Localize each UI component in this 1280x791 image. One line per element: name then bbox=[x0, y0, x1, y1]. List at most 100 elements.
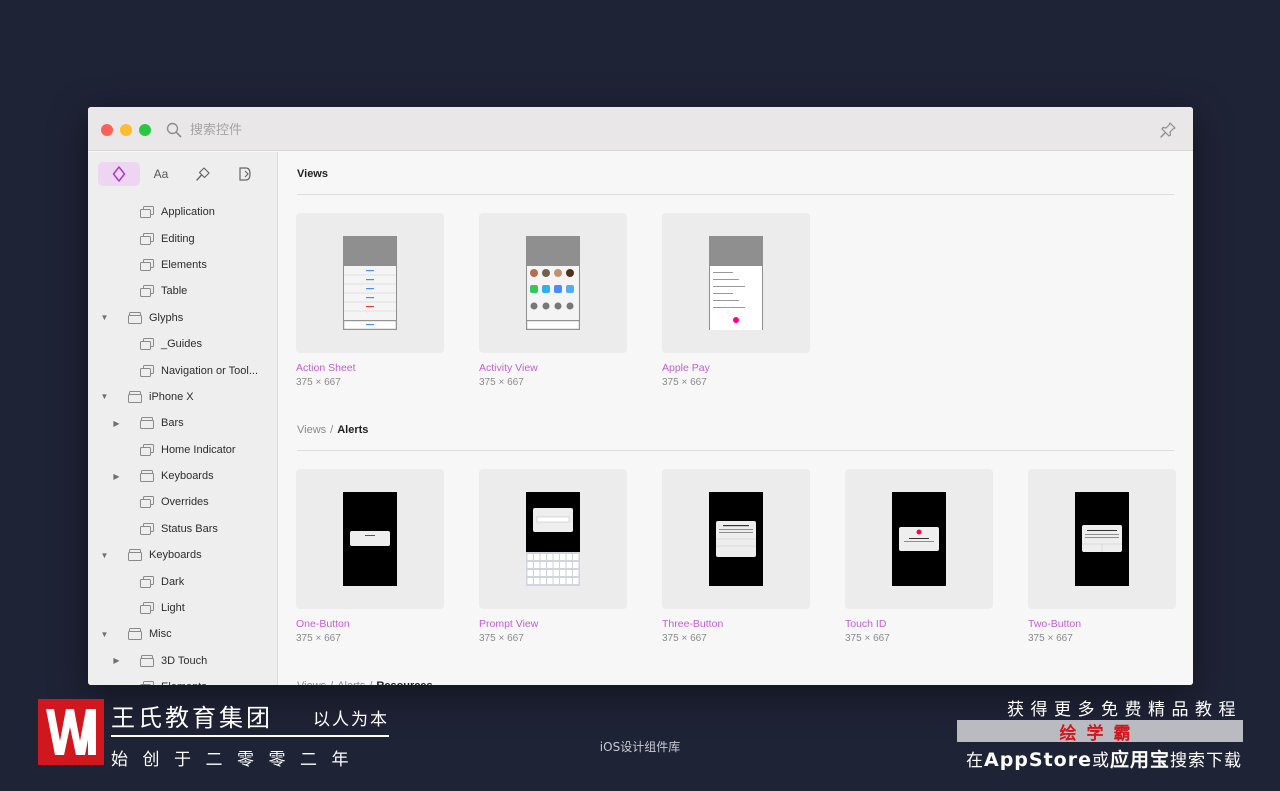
sidebar-item[interactable]: ▶ Keyboards bbox=[88, 463, 277, 489]
disclosure-collapsed-icon[interactable]: ▶ bbox=[112, 419, 121, 428]
component-grid: Views Action Sheet 375 × 667 Activity View 3… bbox=[278, 152, 1193, 685]
component-size: 375 × 667 bbox=[662, 377, 707, 388]
sidebar-item[interactable]: Elements bbox=[88, 674, 277, 685]
component-name: Apple Pay bbox=[662, 362, 710, 374]
disclosure-expanded-icon[interactable]: ▼ bbox=[100, 392, 109, 401]
minimize-button[interactable] bbox=[120, 124, 132, 136]
disclosure-collapsed-icon[interactable]: ▶ bbox=[112, 656, 121, 665]
sidebar-item[interactable]: ▼ Keyboards bbox=[88, 542, 277, 568]
component-name: Activity View bbox=[479, 362, 538, 374]
sidebar-item-label: Navigation or Tool... bbox=[161, 364, 259, 377]
sidebar-item[interactable]: Application bbox=[88, 199, 277, 225]
sidebar-item[interactable]: Dark bbox=[88, 568, 277, 594]
sidebar-item-label: 3D Touch bbox=[161, 654, 208, 667]
component-name: Three-Button bbox=[662, 618, 724, 630]
sidebar-item-label: Misc bbox=[149, 628, 172, 641]
component-name: Touch ID bbox=[845, 618, 887, 630]
promo-post: 搜索下载 bbox=[1170, 751, 1242, 771]
sidebar-item-label: Table bbox=[161, 285, 188, 298]
promo-store-appstore: AppStore bbox=[984, 749, 1092, 771]
group-icon bbox=[128, 549, 142, 562]
sidebar-item[interactable]: ▶ 3D Touch bbox=[88, 648, 277, 674]
breadcrumb-link[interactable]: Views bbox=[297, 424, 326, 436]
search-icon bbox=[166, 122, 182, 138]
footer-banner: 王氏教育集团 以人为本 始创于二零零二年 iOS设计组件库 获得更多免费精品教程… bbox=[0, 685, 1280, 791]
component-size: 375 × 667 bbox=[479, 633, 524, 644]
tab-colors[interactable] bbox=[182, 162, 224, 186]
sidebar-item-label: Light bbox=[161, 602, 185, 615]
disclosure-expanded-icon[interactable]: ▼ bbox=[100, 630, 109, 639]
symbol-page-icon bbox=[140, 232, 154, 245]
component-preview[interactable] bbox=[662, 469, 810, 609]
sidebar-item[interactable]: Overrides bbox=[88, 489, 277, 515]
sidebar-item-label: Keyboards bbox=[161, 470, 214, 483]
sidebar-item-label: Application bbox=[161, 206, 215, 219]
disclosure-expanded-icon[interactable]: ▼ bbox=[100, 313, 109, 322]
sidebar-item[interactable]: Navigation or Tool... bbox=[88, 357, 277, 383]
component-preview[interactable] bbox=[662, 213, 810, 353]
component-size: 375 × 667 bbox=[662, 633, 707, 644]
symbol-page-icon bbox=[140, 496, 154, 509]
section-title: Views bbox=[297, 168, 328, 180]
group-icon bbox=[128, 390, 142, 403]
section-title: Views / Alerts bbox=[297, 424, 368, 436]
tab-text-styles[interactable]: Aa bbox=[140, 162, 182, 186]
tab-symbols[interactable] bbox=[98, 162, 140, 186]
sidebar-item-label: Bars bbox=[161, 417, 184, 430]
sidebar-item[interactable]: ▼ Misc bbox=[88, 621, 277, 647]
component-name: Prompt View bbox=[479, 618, 539, 630]
brand-name: 王氏教育集团 bbox=[111, 704, 273, 732]
sidebar-item-label: Keyboards bbox=[149, 549, 202, 562]
sidebar-item-label: iPhone X bbox=[149, 390, 194, 403]
sidebar-item[interactable]: _Guides bbox=[88, 331, 277, 357]
sidebar-item-label: _Guides bbox=[161, 338, 202, 351]
sidebar-item[interactable]: Home Indicator bbox=[88, 437, 277, 463]
group-icon bbox=[128, 311, 142, 324]
promo-mid: 或 bbox=[1091, 751, 1110, 771]
sidebar-item-label: Overrides bbox=[161, 496, 209, 509]
component-preview[interactable] bbox=[845, 469, 993, 609]
promo-line-2: 在AppStore或应用宝搜索下载 bbox=[966, 745, 1242, 772]
group-icon bbox=[140, 654, 154, 667]
sidebar-item-label: Home Indicator bbox=[161, 443, 236, 456]
component-name: Action Sheet bbox=[296, 362, 356, 374]
component-preview[interactable] bbox=[1028, 469, 1176, 609]
component-preview[interactable] bbox=[479, 213, 627, 353]
component-preview[interactable] bbox=[479, 469, 627, 609]
sidebar-item[interactable]: Elements bbox=[88, 252, 277, 278]
brand-divider bbox=[111, 735, 389, 737]
section-divider bbox=[297, 194, 1174, 195]
sidebar-item-label: Elements bbox=[161, 258, 207, 271]
breadcrumb-separator: / bbox=[330, 424, 334, 436]
sidebar-item[interactable]: Table bbox=[88, 278, 277, 304]
title-bar bbox=[88, 107, 1193, 151]
sidebar-item-label: Dark bbox=[161, 575, 185, 588]
search-input[interactable] bbox=[190, 119, 490, 141]
sidebar-item[interactable]: ▶ Bars bbox=[88, 410, 277, 436]
component-tree: Application Editing Elements Table ▼ Glyphs _G… bbox=[88, 199, 277, 685]
close-button[interactable] bbox=[101, 124, 113, 136]
component-preview[interactable] bbox=[296, 213, 444, 353]
promo-app-band: 绘学霸 bbox=[957, 720, 1243, 744]
promo-app-name: 绘学霸 bbox=[1059, 723, 1141, 744]
promo-pre: 在 bbox=[966, 751, 984, 771]
library-window: Aa Application Editing Elements Table ▼ Glyph… bbox=[88, 107, 1193, 685]
sidebar-item[interactable]: Status Bars bbox=[88, 516, 277, 542]
pin-icon[interactable] bbox=[1159, 121, 1177, 139]
sidebar-item[interactable]: ▼ Glyphs bbox=[88, 305, 277, 331]
sidebar: Aa Application Editing Elements Table ▼ Glyph… bbox=[88, 152, 278, 685]
section-name: Alerts bbox=[337, 424, 369, 436]
symbol-page-icon bbox=[140, 338, 154, 351]
zoom-button[interactable] bbox=[139, 124, 151, 136]
tab-layer-styles[interactable] bbox=[224, 162, 266, 186]
sidebar-item-label: Editing bbox=[161, 232, 195, 245]
disclosure-collapsed-icon[interactable]: ▶ bbox=[112, 472, 121, 481]
disclosure-expanded-icon[interactable]: ▼ bbox=[100, 551, 109, 560]
sidebar-item[interactable]: ▼ iPhone X bbox=[88, 384, 277, 410]
sidebar-item[interactable]: Editing bbox=[88, 225, 277, 251]
symbol-page-icon bbox=[140, 364, 154, 377]
sidebar-item[interactable]: Light bbox=[88, 595, 277, 621]
brand-logo bbox=[38, 699, 104, 765]
component-size: 375 × 667 bbox=[845, 633, 890, 644]
component-preview[interactable] bbox=[296, 469, 444, 609]
